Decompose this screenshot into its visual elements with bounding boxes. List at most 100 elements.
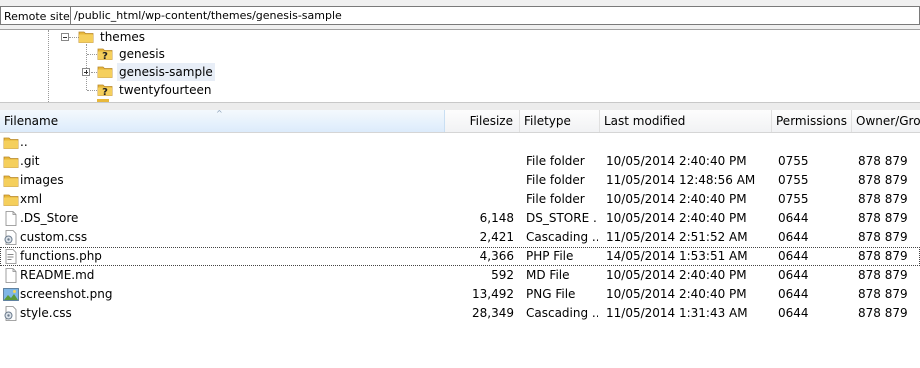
file-owner: 878 879	[858, 192, 908, 206]
folder-icon	[3, 135, 19, 150]
list-item[interactable]: screenshot.png 13,492 PNG File 10/05/201…	[0, 285, 920, 304]
file-owner: 878 879	[858, 306, 908, 320]
file-modified: 11/05/2014 2:51:52 AM	[606, 230, 748, 244]
file-type: File folder	[526, 192, 585, 206]
file-size: 4,366	[479, 249, 514, 263]
directory-tree: themes ? genesis genesis-sample ? twenty…	[0, 30, 920, 102]
list-item[interactable]: style.css 28,349 Cascading ... 11/05/201…	[0, 304, 920, 323]
column-header-filetype[interactable]: Filetype	[520, 110, 600, 132]
folder-icon	[3, 192, 19, 207]
file-permissions: 0755	[778, 154, 809, 168]
file-name: .git	[20, 154, 40, 168]
list-item[interactable]: .git File folder 10/05/2014 2:40:40 PM 0…	[0, 152, 920, 171]
file-name: functions.php	[20, 249, 102, 263]
file-permissions: 0644	[778, 249, 809, 263]
file-modified: 10/05/2014 2:40:40 PM	[606, 192, 747, 206]
file-modified: 11/05/2014 12:48:56 AM	[606, 173, 756, 187]
file-type: Cascading ...	[526, 230, 598, 244]
file-permissions: 0644	[778, 306, 809, 320]
column-header-label: Filename	[4, 114, 59, 128]
column-header-permissions[interactable]: Permissions	[772, 110, 852, 132]
folder-icon	[78, 30, 94, 44]
expand-toggle[interactable]	[82, 68, 90, 76]
file-type: DS_STORE ...	[526, 211, 598, 225]
remote-site-bar: Remote site: /public_html/wp-content/the…	[0, 0, 920, 30]
file-modified: 10/05/2014 2:40:40 PM	[606, 211, 747, 225]
file-size: 2,421	[479, 230, 514, 244]
file-modified: 11/05/2014 1:31:43 AM	[606, 306, 748, 320]
file-type: Cascading ...	[526, 306, 598, 320]
tree-item-label: genesis	[119, 47, 165, 61]
file-owner: 878 879	[858, 173, 908, 187]
file-type: File folder	[526, 154, 585, 168]
tree-guide-line	[86, 44, 87, 90]
file-owner: 878 879	[858, 230, 908, 244]
css-file-icon	[3, 306, 19, 321]
remote-path-input[interactable]: /public_html/wp-content/themes/genesis-s…	[70, 6, 920, 25]
file-owner: 878 879	[858, 268, 908, 282]
file-name: screenshot.png	[20, 287, 113, 301]
collapse-toggle[interactable]	[61, 33, 69, 41]
file-size	[448, 152, 514, 171]
file-name: style.css	[20, 306, 72, 320]
file-name: ..	[20, 135, 28, 149]
list-item[interactable]: ..	[0, 133, 920, 152]
tree-item-label: themes	[100, 30, 146, 44]
file-owner: 878 879	[858, 154, 908, 168]
list-item[interactable]: images File folder 11/05/2014 12:48:56 A…	[0, 171, 920, 190]
file-type: File folder	[526, 173, 585, 187]
file-size: 592	[491, 268, 514, 282]
file-size: 13,492	[472, 287, 514, 301]
file-permissions: 0644	[778, 268, 809, 282]
file-size: 28,349	[472, 306, 514, 320]
file-type: MD File	[526, 268, 570, 282]
list-item[interactable]: functions.php 4,366 PHP File 14/05/2014 …	[0, 247, 920, 266]
file-size: 6,148	[479, 211, 514, 225]
svg-text:?: ?	[102, 51, 108, 61]
column-header-filesize[interactable]: Filesize	[445, 110, 520, 132]
file-permissions: 0755	[778, 173, 809, 187]
column-header-last-modified[interactable]: Last modified	[600, 110, 772, 132]
list-item[interactable]: .DS_Store 6,148 DS_STORE ... 10/05/2014 …	[0, 209, 920, 228]
image-file-icon	[3, 287, 19, 302]
file-owner: 878 879	[858, 287, 908, 301]
list-item[interactable]: custom.css 2,421 Cascading ... 11/05/201…	[0, 228, 920, 247]
file-modified: 10/05/2014 2:40:40 PM	[606, 268, 747, 282]
unknown-folder-icon: ?	[97, 82, 113, 98]
list-item[interactable]: README.md 592 MD File 10/05/2014 2:40:40…	[0, 266, 920, 285]
file-permissions: 0644	[778, 211, 809, 225]
file-type: PHP File	[526, 249, 574, 263]
tree-guide-line	[48, 30, 49, 102]
file-name: README.md	[20, 268, 95, 282]
file-size	[448, 171, 514, 190]
file-type: PNG File	[526, 287, 576, 301]
column-header-owner-group[interactable]: Owner/Gro...	[852, 110, 920, 132]
sort-ascending-icon: ^	[216, 110, 223, 118]
unknown-folder-icon: ?	[97, 46, 113, 62]
php-file-icon	[3, 249, 19, 264]
column-header-filename[interactable]: Filename ^	[0, 110, 445, 132]
tree-item-label: genesis-sample	[117, 63, 215, 81]
file-name: images	[20, 173, 64, 187]
file-name: .DS_Store	[20, 211, 79, 225]
pane-splitter[interactable]	[0, 102, 920, 110]
blank-file-icon	[3, 268, 19, 283]
file-permissions: 0644	[778, 230, 809, 244]
blank-file-icon	[3, 211, 19, 226]
file-owner: 878 879	[858, 249, 908, 263]
tree-guide-line	[87, 54, 97, 55]
folder-icon	[97, 64, 113, 79]
css-file-icon	[3, 230, 19, 245]
file-size	[448, 190, 514, 209]
file-modified: 14/05/2014 1:53:51 AM	[606, 249, 748, 263]
tree-guide-line	[87, 90, 97, 91]
tree-item-label: twentyfourteen	[119, 83, 212, 97]
svg-text:?: ?	[102, 87, 108, 97]
file-permissions: 0644	[778, 287, 809, 301]
file-name: custom.css	[20, 230, 88, 244]
folder-icon	[3, 173, 19, 188]
file-permissions: 0755	[778, 192, 809, 206]
list-item[interactable]: xml File folder 10/05/2014 2:40:40 PM 07…	[0, 190, 920, 209]
file-owner: 878 879	[858, 211, 908, 225]
file-modified: 10/05/2014 2:40:40 PM	[606, 287, 747, 301]
